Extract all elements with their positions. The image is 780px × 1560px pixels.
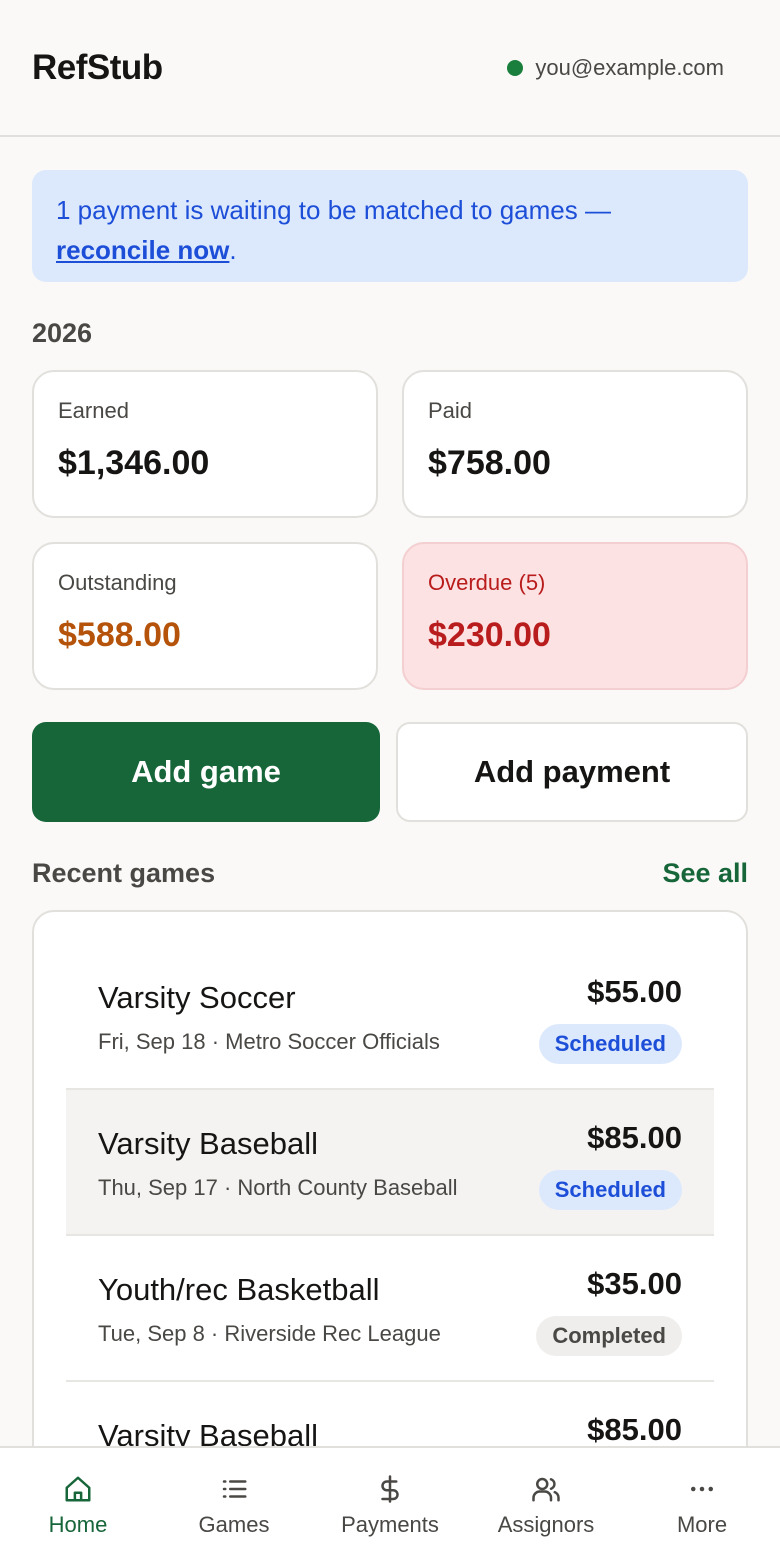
nav-games[interactable]: Games <box>156 1448 312 1560</box>
nav-assignors[interactable]: Assignors <box>468 1448 624 1560</box>
status-badge: Completed <box>536 1316 682 1356</box>
recent-games-title: Recent games <box>32 858 216 888</box>
status-badge: Scheduled <box>538 1170 682 1210</box>
nav-home[interactable]: Home <box>0 1448 156 1560</box>
game-amount: $85.00 <box>587 1412 682 1447</box>
paid-label: Paid <box>428 398 473 423</box>
overdue-amount: $230.00 <box>428 616 551 654</box>
account-email: you@example.com <box>535 54 724 80</box>
home-icon <box>65 1476 91 1502</box>
game-meta: Fri, Sep 18 · Metro Soccer Officials <box>98 1029 440 1054</box>
add-game-button[interactable]: Add game <box>32 722 380 822</box>
game-row[interactable]: Youth/rec Basketball Tue, Sep 8 · Rivers… <box>66 1236 714 1382</box>
game-meta: Thu, Sep 17 · North County Baseball <box>98 1175 458 1200</box>
overdue-label: Overdue (5) <box>428 570 546 595</box>
game-meta: Tue, Sep 8 · Riverside Rec League <box>98 1321 441 1346</box>
online-status-dot <box>507 59 524 76</box>
overdue-card[interactable]: Overdue (5) $230.00 <box>402 542 748 690</box>
game-amount: $35.00 <box>587 1266 682 1301</box>
reconcile-banner: 1 payment is waiting to be matched to ga… <box>32 170 748 282</box>
nav-label: Home <box>48 1512 108 1537</box>
game-row[interactable]: Varsity Baseball Thu, Sep 17 · North Cou… <box>66 1090 714 1236</box>
people-icon <box>532 1477 560 1502</box>
see-all-link[interactable]: See all <box>662 858 748 889</box>
game-amount: $55.00 <box>587 974 682 1009</box>
status-badge: Scheduled <box>538 1024 682 1064</box>
banner-text: 1 payment is waiting to be matched to ga… <box>56 195 611 225</box>
dollar-icon <box>381 1475 399 1503</box>
list-icon <box>222 1480 247 1498</box>
game-amount: $85.00 <box>587 1120 682 1155</box>
nav-label: More <box>676 1512 728 1537</box>
app-brand[interactable]: RefStub <box>32 48 163 88</box>
game-title: Varsity Baseball <box>98 1126 318 1161</box>
game-title: Youth/rec Basketball <box>98 1272 380 1307</box>
summary-year: 2026 <box>32 318 93 348</box>
reconcile-now-link[interactable]: reconcile now <box>56 235 229 265</box>
app-header: RefStub you@example.com <box>0 0 780 137</box>
outstanding-card: Outstanding $588.00 <box>32 542 378 690</box>
more-icon <box>691 1486 713 1492</box>
earned-amount: $1,346.00 <box>58 444 210 482</box>
account-indicator[interactable]: you@example.com <box>507 55 724 81</box>
outstanding-label: Outstanding <box>58 570 177 595</box>
banner-suffix: . <box>229 235 237 265</box>
outstanding-amount: $588.00 <box>58 616 181 654</box>
add-payment-button[interactable]: Add payment <box>396 722 748 822</box>
nav-label: Payments <box>341 1512 439 1537</box>
game-row[interactable]: Varsity Soccer Fri, Sep 18 · Metro Socce… <box>66 944 714 1090</box>
earned-card: Earned $1,346.00 <box>32 370 378 518</box>
nav-more[interactable]: More <box>624 1448 780 1560</box>
nav-label: Games <box>198 1512 270 1537</box>
game-title: Varsity Soccer <box>98 980 296 1015</box>
bottom-navigation: Home Games Payments Assignors More <box>0 1446 780 1560</box>
nav-payments[interactable]: Payments <box>312 1448 468 1560</box>
earned-label: Earned <box>58 398 129 423</box>
paid-amount: $758.00 <box>428 444 551 482</box>
nav-label: Assignors <box>497 1512 595 1537</box>
paid-card: Paid $758.00 <box>402 370 748 518</box>
